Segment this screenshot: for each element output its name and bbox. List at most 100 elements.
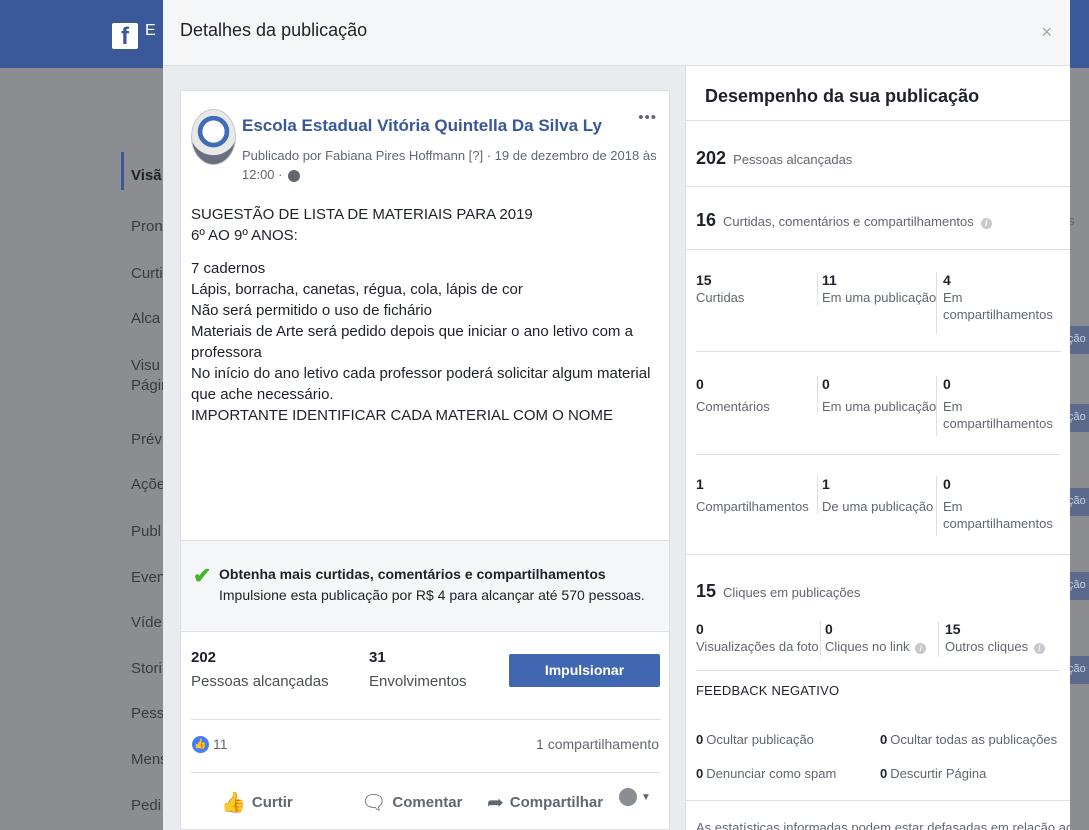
engagement-metric-value: 16	[696, 210, 717, 230]
reach-label: Pessoas alcançadas	[191, 673, 329, 690]
negative-feedback-item: 0 Denunciar como spam	[696, 766, 836, 781]
divider	[191, 719, 661, 720]
negative-feedback-item: 0 Ocultar publicação	[696, 732, 814, 747]
sidebar-item[interactable]: Visu	[131, 357, 167, 374]
facebook-logo-icon[interactable]: f	[112, 23, 138, 50]
background-right-button[interactable]: ção	[1068, 656, 1089, 684]
stats-disclaimer: As estatísticas informadas podem estar d…	[696, 820, 1070, 830]
post-card: Escola Estadual Vitória Quintella Da Sil…	[180, 90, 670, 540]
sidebar-item[interactable]: Pedi	[131, 797, 167, 814]
vertical-divider	[820, 621, 821, 657]
engagement-value: 31	[369, 649, 386, 666]
sidebar-active-indicator	[121, 152, 124, 190]
divider	[696, 670, 1061, 671]
comment-icon: 🗨	[361, 792, 387, 814]
comments-on-shares-label: Em compartilhamentos	[943, 399, 1053, 431]
comments-on-post-label: Em uma publicação	[822, 399, 937, 414]
vertical-divider	[936, 476, 937, 536]
sidebar-item[interactable]: Publ	[131, 523, 167, 540]
negative-feedback-label: Denunciar como spam	[706, 766, 837, 781]
posting-as-avatar[interactable]	[619, 788, 637, 806]
reach-metric: 202 Pessoas alcançadas	[696, 148, 852, 169]
post-stats: 202 Pessoas alcançadas 31 Envolvimentos …	[180, 632, 670, 830]
like-reaction-icon[interactable]: 👍	[192, 736, 209, 753]
shares-on-shares-label: Em compartilhamentos	[943, 499, 1053, 531]
likes-on-post-label: Em uma publicação	[822, 290, 937, 305]
thumbs-up-icon: 👍	[221, 792, 246, 814]
sidebar-item[interactable]: Víde	[131, 614, 167, 631]
vertical-divider	[817, 272, 818, 306]
photo-views-value: 0	[696, 621, 704, 637]
post-meta-text: Publicado por Fabiana Pires Hoffmann [?]…	[242, 148, 657, 182]
comment-button[interactable]: 🗨 Comentar	[361, 790, 462, 815]
share-button[interactable]: ➦ Compartilhar	[487, 790, 603, 815]
negative-feedback-value: 0	[880, 732, 888, 747]
page-avatar[interactable]	[191, 109, 236, 165]
photo-views-label: Visualizações da foto	[696, 639, 819, 654]
post-text: SUGESTÃO DE LISTA DE MATERIAIS PARA 2019…	[191, 204, 661, 426]
sidebar-item[interactable]: Stori	[131, 660, 167, 677]
sidebar-item[interactable]: Págir	[131, 377, 167, 394]
sidebar-item[interactable]: Pron	[131, 218, 167, 235]
shares-total-label: Compartilhamentos	[696, 499, 809, 514]
background-right-button[interactable]: ção	[1068, 326, 1089, 354]
background-search-text: E	[145, 22, 156, 39]
negative-feedback-value: 0	[880, 766, 888, 781]
divider	[686, 800, 1070, 801]
close-icon[interactable]: ×	[1041, 22, 1052, 43]
background-right-button[interactable]: ção	[1068, 572, 1089, 600]
sidebar-item[interactable]: Curti	[131, 265, 167, 282]
sidebar-item[interactable]: Açõe	[131, 476, 167, 493]
link-clicks-label: Cliques no link i	[825, 638, 927, 655]
vertical-divider	[938, 621, 939, 657]
performance-title: Desempenho da sua publicação	[705, 86, 980, 106]
engagement-label: Envolvimentos	[369, 673, 467, 690]
sidebar-item[interactable]: Mens	[131, 751, 167, 768]
sidebar-item[interactable]: Visã	[131, 167, 167, 184]
link-clicks-value: 0	[825, 621, 833, 637]
shares-from-post-label: De uma publicação	[822, 499, 934, 514]
page-name-link[interactable]: Escola Estadual Vitória Quintella Da Sil…	[242, 116, 602, 136]
sidebar-item[interactable]: Prév	[131, 431, 167, 448]
sidebar-item[interactable]: Alca	[131, 310, 167, 327]
negative-feedback-item: 0 Ocultar todas as publicações	[880, 732, 1057, 747]
like-count[interactable]: 11	[213, 736, 228, 752]
negative-feedback-item: 0 Descurtir Página	[880, 766, 986, 781]
checkmark-icon: ✔	[193, 563, 212, 588]
negative-feedback-label: Descurtir Página	[890, 766, 987, 781]
sidebar-item[interactable]: Pess	[131, 705, 167, 722]
vertical-divider	[817, 476, 818, 514]
divider	[696, 351, 1061, 352]
likes-total-label: Curtidas	[696, 290, 745, 305]
divider	[686, 554, 1070, 555]
vertical-divider	[936, 272, 937, 334]
info-icon[interactable]: i	[1033, 643, 1045, 654]
info-icon[interactable]: i	[915, 643, 927, 654]
background-right-button[interactable]: ção	[1068, 404, 1089, 432]
sidebar-item[interactable]: Even	[131, 569, 167, 586]
chevron-down-icon[interactable]: ▼	[641, 792, 651, 803]
globe-icon[interactable]	[288, 169, 301, 182]
divider	[686, 120, 1070, 121]
boost-post-button[interactable]: Impulsionar publicação	[509, 654, 660, 709]
other-clicks-value: 15	[945, 621, 961, 637]
negative-feedback-label: Ocultar todas as publicações	[890, 732, 1058, 747]
background-right-button[interactable]: ção	[1068, 488, 1089, 516]
post-text-block: SUGESTÃO DE LISTA DE MATERIAIS PARA 2019…	[191, 206, 533, 244]
like-button[interactable]: 👍 Curtir	[221, 790, 293, 815]
negative-feedback-value: 0	[696, 766, 704, 781]
more-options-icon[interactable]: •••	[638, 109, 657, 126]
modal-header: Detalhes da publicação ×	[163, 0, 1070, 66]
negative-feedback-label: Ocultar publicação	[706, 732, 814, 747]
likes-total-value: 15	[696, 272, 712, 288]
boost-description: Impulsione esta publicação por R$ 4 para…	[219, 587, 645, 603]
clicks-metric-value: 15	[696, 581, 717, 601]
info-icon[interactable]: i	[980, 218, 992, 229]
vertical-divider	[817, 376, 818, 412]
negative-feedback-value: 0	[696, 732, 704, 747]
reach-metric-value: 202	[696, 148, 727, 168]
share-count[interactable]: 1 compartilhamento	[536, 736, 659, 752]
likes-on-post-value: 11	[822, 272, 837, 288]
divider	[696, 454, 1061, 455]
link-clicks-label-text: Cliques no link	[825, 639, 910, 654]
